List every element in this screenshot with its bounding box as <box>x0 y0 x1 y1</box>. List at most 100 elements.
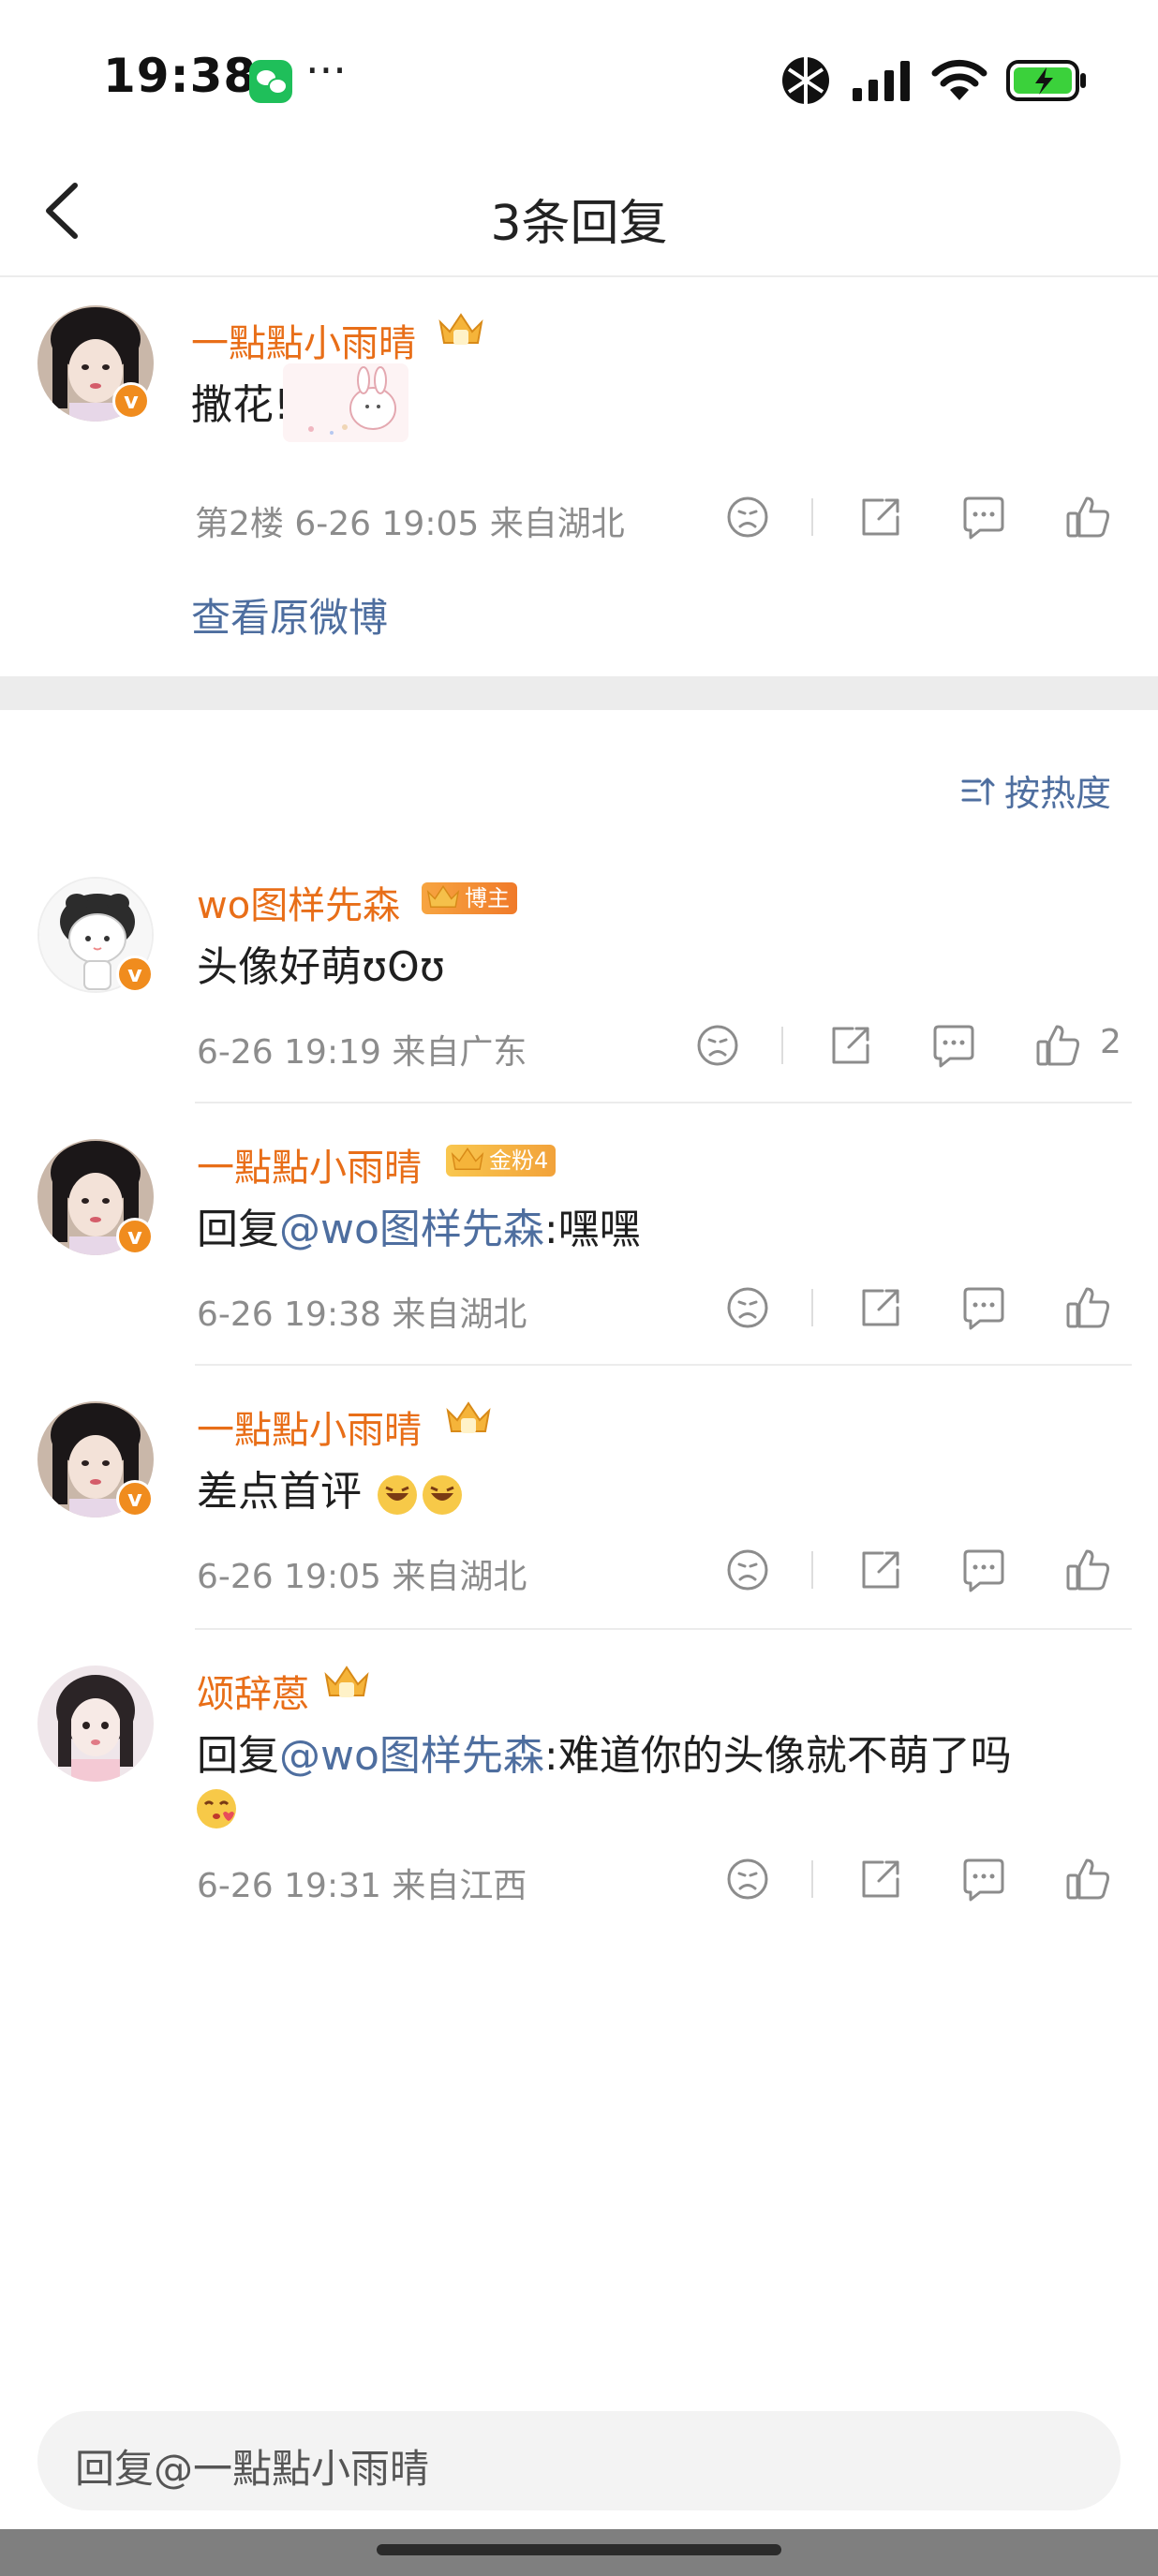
nav-bar: 3条回复 <box>0 150 1158 277</box>
reply-prefix: 回复 <box>197 1206 279 1253</box>
user-mention-link[interactable]: @wo图样先森 <box>279 1732 544 1780</box>
comment-icon[interactable] <box>958 491 1010 543</box>
dislike-icon[interactable] <box>721 1281 774 1334</box>
reply-item: v wo图样先森 博主 头像好萌ʊʘʊ 6-26 19:19 来自广东 2 <box>0 862 1158 1105</box>
username[interactable]: 一點點小雨晴 <box>191 313 416 367</box>
kiss-emoji-icon <box>197 1789 236 1828</box>
comment-time: 6-26 19:19 <box>197 1033 381 1072</box>
comment-text: 头像好萌ʊʘʊ <box>197 943 445 991</box>
section-divider <box>0 676 1158 710</box>
laugh-emoji-icon <box>378 1475 462 1515</box>
comment-meta: 6-26 19:38 来自湖北 <box>197 1287 527 1336</box>
crown-icon <box>426 884 460 908</box>
comment-time: 6-26 19:31 <box>197 1867 381 1905</box>
comment-actions <box>721 491 1115 547</box>
crown-icon <box>324 1666 369 1697</box>
dislike-icon[interactable] <box>721 1544 774 1596</box>
dislike-icon[interactable] <box>721 1853 774 1905</box>
comment-actions <box>721 1281 1115 1338</box>
reply-input-placeholder: 回复@一點點小雨晴 <box>75 2446 430 2492</box>
like-icon[interactable] <box>1062 491 1115 543</box>
verified-badge-icon: v <box>116 1480 154 1517</box>
more-notifications-icon: ··· <box>305 45 347 96</box>
sort-icon <box>961 777 995 805</box>
sort-button[interactable]: 按热度 <box>959 764 1111 816</box>
comment-meta: 第2楼 6-26 19:05 来自湖北 <box>195 496 625 545</box>
user-mention-link[interactable]: @wo图样先森 <box>279 1206 544 1253</box>
dislike-icon[interactable] <box>721 491 774 543</box>
comment-location: 来自广东 <box>392 1033 527 1072</box>
like-icon[interactable] <box>1062 1281 1115 1334</box>
comment-text: 撒花! <box>191 381 290 429</box>
comment-meta: 6-26 19:19 来自广东 <box>197 1025 527 1073</box>
blogger-badge: 博主 <box>422 882 517 914</box>
verified-badge-icon: v <box>112 382 150 420</box>
reply-input[interactable]: 回复@一點點小雨晴 <box>37 2411 1121 2510</box>
reply-prefix: 回复 <box>197 1732 279 1780</box>
sticker-image <box>283 363 408 442</box>
status-bar: 19:38 ··· <box>0 0 1158 150</box>
reply-body: 差点首评 <box>197 1468 362 1516</box>
status-time: 19:38 <box>103 49 258 103</box>
signal-icon <box>853 61 910 101</box>
verified-badge-icon: v <box>116 1218 154 1255</box>
share-icon[interactable] <box>854 1281 907 1334</box>
reply-item: v 一點點小雨晴 差点首评 6-26 19:05 来自湖北 <box>0 1386 1158 1630</box>
comment-icon[interactable] <box>958 1853 1010 1905</box>
verified-badge-icon: v <box>116 955 154 993</box>
action-divider <box>811 1289 813 1326</box>
comment-icon[interactable] <box>958 1544 1010 1596</box>
comment-actions <box>721 1853 1115 1909</box>
battery-icon <box>1006 60 1086 101</box>
network-icon <box>782 57 829 104</box>
page-title: 3条回复 <box>490 196 668 252</box>
share-icon[interactable] <box>854 1853 907 1905</box>
wechat-icon <box>249 60 292 103</box>
action-divider <box>781 1027 783 1064</box>
like-count: 2 <box>1100 1023 1121 1061</box>
view-original-weibo-link[interactable]: 查看原微博 <box>191 586 388 644</box>
comment-icon[interactable] <box>928 1019 980 1072</box>
comment-text: 回复@wo图样先森:难道你的头像就不萌了吗 <box>197 1722 1012 1782</box>
comment-time: 6-26 19:38 <box>197 1295 381 1334</box>
username[interactable]: 一點點小雨晴 <box>197 1399 422 1454</box>
status-icons <box>779 54 1087 107</box>
share-icon[interactable] <box>854 491 907 543</box>
share-icon[interactable] <box>824 1019 877 1072</box>
wifi-icon <box>931 59 987 100</box>
reply-divider <box>195 1364 1132 1366</box>
comment-time: 6-26 19:05 <box>197 1558 381 1596</box>
crown-icon <box>446 1401 491 1433</box>
reply-item: v 一點點小雨晴 金粉4 回复@wo图样先森:嘿嘿 6-26 19:38 来自湖… <box>0 1124 1158 1368</box>
comment-text: 差点首评 <box>197 1458 467 1517</box>
reply-item: 颂辞蒽 回复@wo图样先森:难道你的头像就不萌了吗 6-26 19:31 来自江… <box>0 1651 1158 1932</box>
comment-meta: 6-26 19:05 来自湖北 <box>197 1549 527 1598</box>
avatar[interactable] <box>37 1666 154 1782</box>
comment-location: 来自湖北 <box>392 1558 527 1596</box>
username[interactable]: 颂辞蒽 <box>197 1664 309 1718</box>
comment-text: 回复@wo图样先森:嘿嘿 <box>197 1195 641 1255</box>
sort-label: 按热度 <box>1003 773 1111 814</box>
dislike-icon[interactable] <box>691 1019 744 1072</box>
like-icon[interactable] <box>1062 1853 1115 1905</box>
username[interactable]: wo图样先森 <box>197 875 400 929</box>
badge-label: 博主 <box>465 885 510 911</box>
floor-number: 第2楼 <box>195 505 284 543</box>
like-icon[interactable] <box>1032 1019 1085 1072</box>
reply-divider <box>195 1628 1132 1630</box>
comment-location: 来自江西 <box>392 1867 527 1905</box>
home-indicator[interactable] <box>377 2544 781 2555</box>
share-icon[interactable] <box>854 1544 907 1596</box>
comment-icon[interactable] <box>958 1281 1010 1334</box>
comment-location: 来自湖北 <box>489 505 625 543</box>
reply-body: :嘿嘿 <box>543 1206 641 1253</box>
badge-label: 金粉4 <box>489 1147 549 1174</box>
comment-time: 6-26 19:05 <box>294 505 480 543</box>
like-icon[interactable] <box>1062 1544 1115 1596</box>
action-divider <box>811 498 813 536</box>
crown-icon <box>451 1147 484 1170</box>
fan-badge: 金粉4 <box>446 1145 557 1177</box>
reply-body: :难道你的头像就不萌了吗 <box>543 1732 1012 1780</box>
username[interactable]: 一點點小雨晴 <box>197 1137 422 1192</box>
comment-actions: 2 <box>691 1019 1141 1075</box>
